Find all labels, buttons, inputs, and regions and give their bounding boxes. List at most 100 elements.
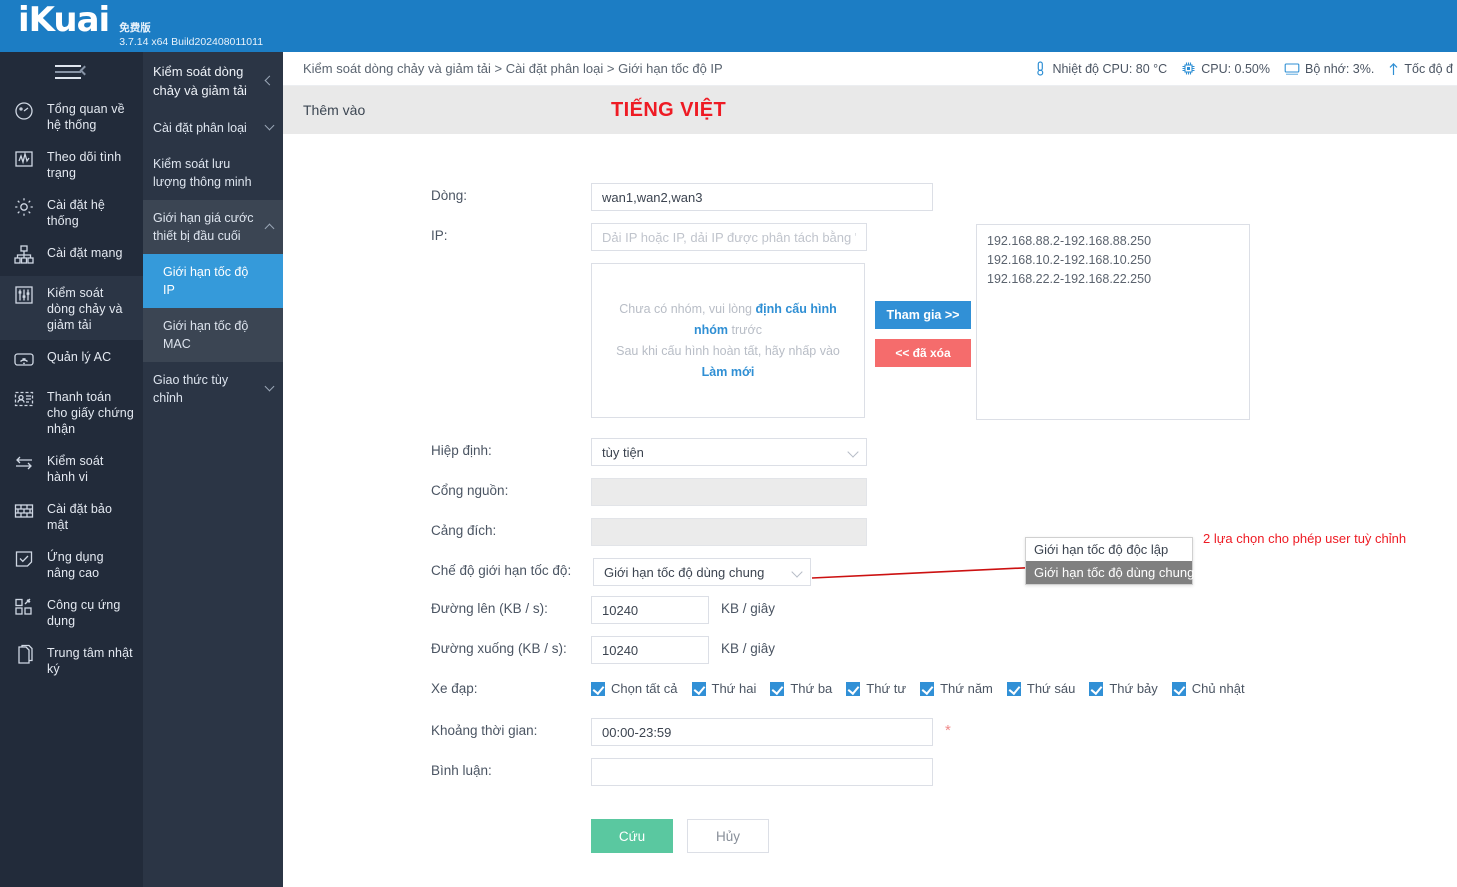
- field-uplink-label: Đường lên (KB / s):: [431, 601, 548, 616]
- field-uplink: Đường lên (KB / s): KB / giây: [431, 596, 775, 624]
- dest-port-input[interactable]: [591, 518, 867, 546]
- checkbox-select-all[interactable]: Chọn tất cả: [591, 681, 678, 696]
- breadcrumb: Kiểm soát dòng chảy và giảm tải > Cài đặ…: [303, 61, 723, 76]
- sidebar-item-label: Quản lý AC: [47, 350, 112, 364]
- sidebar-item-log-center[interactable]: Trung tâm nhật ký: [0, 636, 143, 684]
- list-item: 192.168.10.2-192.168.10.250: [987, 253, 1152, 267]
- downlink-input[interactable]: [591, 636, 709, 664]
- comment-input[interactable]: [591, 758, 933, 786]
- network-icon: [12, 243, 38, 269]
- field-source-port: Cổng nguồn:: [431, 478, 867, 506]
- sidebar-item-network-settings[interactable]: Cài đặt mạng: [0, 236, 143, 276]
- form-panel: Dòng: IP: Chưa có nhóm, vui lòng định cấ…: [283, 134, 1457, 887]
- checkbox-tuesday[interactable]: Thứ ba: [770, 681, 832, 696]
- list-item: 192.168.88.2-192.168.88.250: [987, 234, 1152, 248]
- protocol-select[interactable]: tùy tiện: [591, 438, 867, 466]
- topbar: Kiểm soát dòng chảy và giảm tải > Cài đặ…: [283, 52, 1457, 86]
- submenu-item-custom-protocol[interactable]: Giao thức tùy chỉnh: [143, 362, 283, 416]
- checkbox-wednesday[interactable]: Thứ tư: [846, 681, 906, 696]
- limit-mode-select[interactable]: Giới hạn tốc độ dùng chung: [593, 558, 811, 586]
- sidebar-item-system-overview[interactable]: Tổng quan về hệ thống: [0, 92, 143, 140]
- check-square-icon: [12, 547, 38, 573]
- logo-meta: 免费版 3.7.14 x64 Build202408011011: [119, 22, 263, 48]
- remove-button[interactable]: << đã xóa: [875, 339, 971, 367]
- logo-edition: 免费版: [119, 22, 151, 35]
- submenu-item-terminal-rate-limit[interactable]: Giới hạn giá cước thiết bị đầu cuối: [143, 200, 283, 254]
- selected-ip-list[interactable]: 192.168.88.2-192.168.88.250 192.168.10.2…: [976, 224, 1250, 420]
- submenu-item-label: Giới hạn giá cước thiết bị đầu cuối: [153, 211, 254, 243]
- sidebar-item-system-settings[interactable]: Cài đặt hệ thống: [0, 188, 143, 236]
- group-empty-line1-pre: Chưa có nhóm, vui lòng: [619, 301, 756, 316]
- uplink-input[interactable]: [591, 596, 709, 624]
- source-port-input[interactable]: [591, 478, 867, 506]
- sidebar-item-label: Cài đặt hệ thống: [47, 198, 105, 228]
- logo-version: 3.7.14 x64 Build202408011011: [119, 35, 264, 48]
- field-comment-label: Bình luận:: [431, 763, 492, 778]
- sliders-icon: [12, 283, 38, 309]
- chevron-left-icon: [264, 75, 275, 86]
- language-badge: TIẾNG VIỆT: [611, 99, 727, 121]
- time-range-input[interactable]: [591, 718, 933, 746]
- sidebar-item-advanced-apps[interactable]: Ứng dụng nâng cao: [0, 540, 143, 588]
- sidebar-collapse-toggle[interactable]: [0, 52, 143, 92]
- app-tools-icon: [12, 595, 38, 621]
- sidebar-item-ac-management[interactable]: Quản lý AC: [0, 340, 143, 380]
- check-icon: [591, 681, 605, 696]
- checkbox-label: Thứ năm: [940, 681, 993, 696]
- join-button[interactable]: Tham gia >>: [875, 301, 971, 329]
- sidebar-item-flow-control[interactable]: Kiểm soát dòng chảy và giảm tải: [0, 276, 143, 340]
- line-input[interactable]: [591, 183, 933, 211]
- option-shared-limit[interactable]: Giới hạn tốc độ dùng chung: [1026, 561, 1194, 584]
- checkbox-friday[interactable]: Thứ sáu: [1006, 681, 1075, 696]
- submenu-header[interactable]: Kiểm soát dòng chảy và giảm tải: [143, 52, 283, 110]
- list-item: 192.168.22.2-192.168.22.250: [987, 272, 1152, 286]
- sidebar-item-behavior-control[interactable]: Kiểm soát hành vi: [0, 444, 143, 492]
- sidebar-item-label: Cài đặt mạng: [47, 246, 123, 260]
- cancel-button[interactable]: Hủy: [687, 819, 769, 853]
- transfer-buttons: Tham gia >> << đã xóa: [875, 263, 971, 367]
- field-source-port-label: Cổng nguồn:: [431, 483, 509, 498]
- status-label: Nhiệt độ CPU: 80 °C: [1052, 61, 1168, 76]
- status-cpu-usage: CPU: 0.50%: [1181, 61, 1270, 76]
- field-limit-mode: Chế độ giới hạn tốc độ: Giới hạn tốc độ …: [431, 558, 811, 586]
- submenu-item-smart-traffic-control[interactable]: Kiểm soát lưu lượng thông minh: [143, 146, 283, 200]
- sidebar-item-label: Ứng dụng nâng cao: [47, 550, 104, 580]
- field-line-label: Dòng:: [431, 188, 468, 203]
- option-independent-limit[interactable]: Giới hạn tốc độ độc lập: [1026, 538, 1192, 561]
- sidebar-item-label: Theo dõi tình trạng: [47, 150, 122, 180]
- sidebar-item-certificate-billing[interactable]: Thanh toán cho giấy chứng nhận: [0, 380, 143, 444]
- limit-mode-select-value: Giới hạn tốc độ dùng chung: [604, 564, 765, 580]
- sidebar-item-security-settings[interactable]: Cài đặt bảo mật: [0, 492, 143, 540]
- group-picker: Chưa có nhóm, vui lòng định cấu hình nhó…: [591, 263, 971, 418]
- checkbox-saturday[interactable]: Thứ bảy: [1089, 681, 1158, 696]
- chevron-down-icon: [791, 566, 803, 578]
- submenu-item-label: Giới hạn tốc độ MAC: [163, 319, 249, 351]
- status-cpu-temperature: Nhiệt độ CPU: 80 °C: [1034, 61, 1167, 76]
- checkbox-monday[interactable]: Thứ hai: [691, 681, 756, 696]
- downlink-unit: KB / giây: [721, 641, 776, 656]
- field-time-range: Khoảng thời gian: *: [431, 718, 951, 746]
- submenu-item-ip-speed-limit[interactable]: Giới hạn tốc độ IP: [143, 254, 283, 308]
- log-pages-icon: [12, 643, 38, 669]
- uplink-unit: KB / giây: [721, 601, 776, 616]
- sidebar-item-health-monitor[interactable]: Theo dõi tình trạng: [0, 140, 143, 188]
- brand-bar: iKuai 免费版 3.7.14 x64 Build202408011011: [0, 0, 1457, 52]
- checkbox-thursday[interactable]: Thứ năm: [920, 681, 993, 696]
- hamburger-collapse-icon: [54, 63, 89, 81]
- save-button[interactable]: Cứu: [591, 819, 673, 853]
- weekday-checkbox-group: Chọn tất cả Thứ hai Thứ ba Thứ tư Thứ nă…: [591, 681, 1255, 696]
- checkbox-label: Chọn tất cả: [611, 681, 678, 696]
- submenu-item-classification-settings[interactable]: Cài đặt phân loại: [143, 110, 283, 146]
- refresh-link[interactable]: Làm mới: [702, 365, 755, 379]
- submenu-item-mac-speed-limit[interactable]: Giới hạn tốc độ MAC: [143, 308, 283, 362]
- group-empty-box[interactable]: Chưa có nhóm, vui lòng định cấu hình nhó…: [591, 263, 865, 418]
- check-icon: [1171, 681, 1186, 696]
- logo-text: iKuai: [18, 0, 110, 41]
- sidebar-item-app-tools[interactable]: Công cụ ứng dụng: [0, 588, 143, 636]
- required-asterisk: *: [945, 722, 951, 739]
- ip-input[interactable]: [591, 223, 867, 251]
- checkbox-sunday[interactable]: Chủ nhật: [1171, 681, 1245, 696]
- status-indicators: Nhiệt độ CPU: 80 °C CPU: 0.50% Bộ nhớ: 3…: [1034, 61, 1457, 76]
- tab-add[interactable]: Thêm vào: [283, 102, 365, 118]
- status-label: CPU: 0.50%: [1201, 61, 1270, 76]
